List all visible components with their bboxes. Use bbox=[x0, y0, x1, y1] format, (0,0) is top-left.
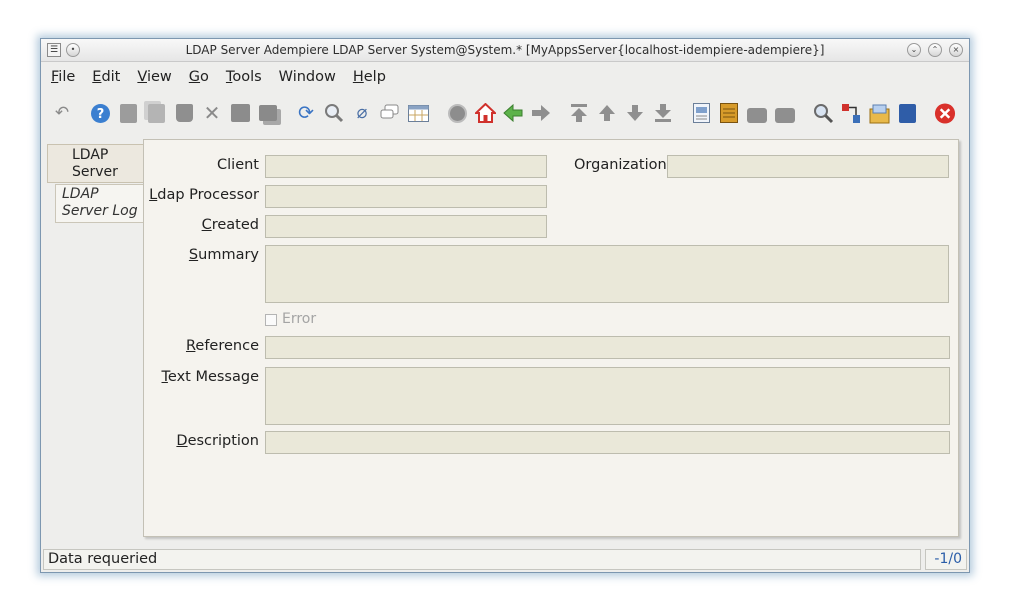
ldap-processor-field[interactable] bbox=[265, 185, 547, 208]
created-label: Created bbox=[201, 217, 259, 233]
zoom-across-icon[interactable] bbox=[812, 102, 834, 124]
previous-record-icon[interactable] bbox=[596, 102, 618, 124]
archive-icon[interactable] bbox=[718, 102, 740, 124]
close-window-icon[interactable] bbox=[934, 102, 956, 124]
chat-icon[interactable] bbox=[379, 102, 401, 124]
help-icon[interactable]: ? bbox=[89, 102, 111, 124]
report-icon[interactable] bbox=[690, 102, 712, 124]
reference-field[interactable] bbox=[265, 336, 950, 359]
menu-help[interactable]: Help bbox=[353, 69, 386, 85]
first-record-icon[interactable] bbox=[568, 102, 590, 124]
title-bar[interactable]: ☰ • LDAP Server Adempiere LDAP Server Sy… bbox=[41, 39, 969, 62]
text-message-label: Text Message bbox=[161, 369, 260, 385]
status-bar: Data requeried -1/0 bbox=[41, 548, 969, 572]
copy-icon[interactable] bbox=[145, 102, 167, 124]
application-window: ☰ • LDAP Server Adempiere LDAP Server Sy… bbox=[40, 38, 970, 573]
undo-icon[interactable]: ↶ bbox=[51, 102, 73, 124]
tab-ldap-server-log[interactable]: LDAP Server Log bbox=[55, 184, 143, 223]
error-checkbox[interactable] bbox=[265, 314, 277, 326]
menu-view[interactable]: View bbox=[137, 69, 171, 85]
menu-bar: File Edit View Go Tools Window Help bbox=[41, 63, 969, 91]
summary-label: Summary bbox=[188, 247, 259, 263]
new-icon[interactable] bbox=[117, 102, 139, 124]
record-count[interactable]: -1/0 bbox=[925, 549, 967, 570]
tab-ldap-server-log-line2: Server Log bbox=[62, 203, 138, 219]
menu-tools[interactable]: Tools bbox=[226, 69, 262, 85]
save-new-icon[interactable] bbox=[257, 102, 279, 124]
home-icon[interactable] bbox=[474, 102, 496, 124]
menu-file[interactable]: File bbox=[51, 69, 75, 85]
find-icon[interactable] bbox=[323, 102, 345, 124]
delete-icon[interactable] bbox=[173, 102, 195, 124]
detail-icon[interactable] bbox=[530, 102, 552, 124]
close-icon[interactable]: × bbox=[949, 43, 963, 57]
end-icon[interactable] bbox=[896, 102, 918, 124]
grid-toggle-icon[interactable] bbox=[407, 102, 429, 124]
menu-edit[interactable]: Edit bbox=[92, 69, 120, 85]
parent-icon[interactable] bbox=[502, 102, 524, 124]
client-field[interactable] bbox=[265, 155, 547, 178]
tab-ldap-server-line2: Server bbox=[72, 164, 118, 180]
summary-textarea[interactable] bbox=[265, 245, 949, 303]
window-title: LDAP Server Adempiere LDAP Server System… bbox=[185, 43, 825, 57]
menu-window[interactable]: Window bbox=[279, 69, 336, 85]
tab-ldap-server-line1: LDAP bbox=[72, 147, 109, 163]
created-field[interactable] bbox=[265, 215, 547, 238]
svg-text:?: ? bbox=[96, 107, 104, 122]
reference-label: Reference bbox=[185, 338, 259, 354]
description-label: Description bbox=[176, 433, 259, 449]
workflow-icon[interactable] bbox=[840, 102, 862, 124]
error-label: Error bbox=[282, 311, 317, 327]
status-message: Data requeried bbox=[43, 549, 921, 570]
refresh-icon[interactable]: ⟳ bbox=[295, 102, 317, 124]
menu-go[interactable]: Go bbox=[189, 69, 209, 85]
tab-ldap-server[interactable]: LDAP Server bbox=[47, 144, 143, 183]
organization-label: Organization bbox=[574, 157, 667, 173]
print-icon[interactable] bbox=[774, 102, 796, 124]
product-info-icon[interactable] bbox=[868, 102, 890, 124]
next-record-icon[interactable] bbox=[624, 102, 646, 124]
organization-field[interactable] bbox=[667, 155, 949, 178]
client-label: Client bbox=[217, 157, 259, 173]
delete-selection-icon[interactable]: ✕ bbox=[201, 102, 223, 124]
last-record-icon[interactable] bbox=[652, 102, 674, 124]
maximize-icon[interactable]: ⌃ bbox=[928, 43, 942, 57]
save-icon[interactable] bbox=[229, 102, 251, 124]
toolbar: ↶ ? ✕ ⟳ ⌀ bbox=[41, 95, 969, 135]
minimize-icon[interactable]: ⌄ bbox=[907, 43, 921, 57]
print-preview-icon[interactable] bbox=[746, 102, 768, 124]
ldap-processor-label: Ldap Processor bbox=[149, 187, 259, 203]
tab-ldap-server-log-line1: LDAP bbox=[62, 186, 99, 202]
record-form-panel: Client Organization Ldap Processor Creat… bbox=[143, 139, 959, 537]
description-field[interactable] bbox=[265, 431, 950, 454]
history-icon[interactable] bbox=[446, 102, 468, 124]
attachment-icon[interactable]: ⌀ bbox=[351, 102, 373, 124]
text-message-textarea[interactable] bbox=[265, 367, 950, 425]
